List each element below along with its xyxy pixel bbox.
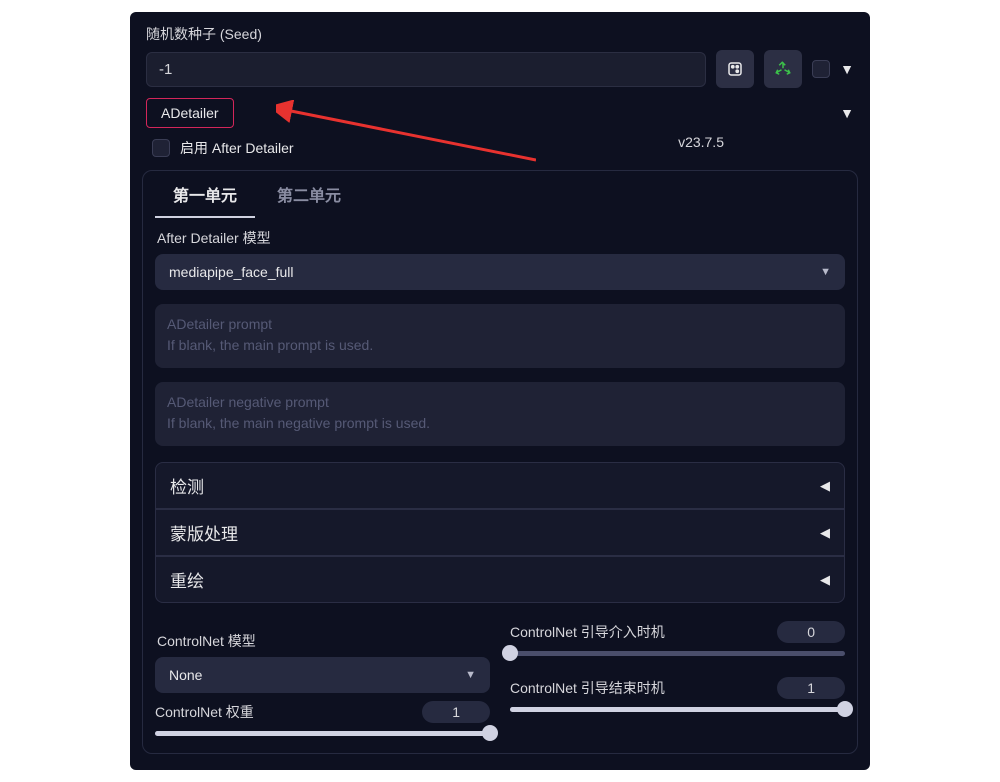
- negative-prompt-textarea[interactable]: ADetailer negative prompt If blank, the …: [155, 382, 845, 446]
- neg-prompt-placeholder-2: If blank, the main negative prompt is us…: [167, 413, 833, 434]
- recycle-button[interactable]: [764, 50, 802, 88]
- adetailer-header[interactable]: ADetailer ▼ v23.7.5: [146, 98, 854, 128]
- model-label: After Detailer 模型: [157, 228, 843, 248]
- model-select[interactable]: mediapipe_face_full ▼: [155, 254, 845, 290]
- cn-end-slider[interactable]: [510, 703, 845, 715]
- collapse-icon[interactable]: ▼: [840, 105, 854, 121]
- prompt-placeholder-1: ADetailer prompt: [167, 314, 833, 335]
- enable-adetailer-checkbox[interactable]: [152, 139, 170, 157]
- accordion-mask-label: 蒙版处理: [170, 520, 238, 545]
- neg-prompt-placeholder-1: ADetailer negative prompt: [167, 392, 833, 413]
- cn-start-slider[interactable]: [510, 647, 845, 659]
- cn-model-label: ControlNet 模型: [157, 631, 488, 651]
- cn-weight-slider[interactable]: [155, 727, 490, 739]
- dice-icon: [726, 60, 744, 78]
- arrow-annotation: [276, 100, 536, 170]
- cn-start-label: ControlNet 引导介入时机: [510, 622, 665, 642]
- model-value: mediapipe_face_full: [169, 264, 294, 280]
- cn-model-value: None: [169, 667, 202, 683]
- prompt-textarea[interactable]: ADetailer prompt If blank, the main prom…: [155, 304, 845, 368]
- settings-panel: 随机数种子 (Seed) ▼ ADetailer ▼ v23.7.5 启用: [130, 12, 870, 770]
- seed-label: 随机数种子 (Seed): [146, 24, 854, 44]
- cn-start-value[interactable]: 0: [777, 621, 845, 643]
- cn-weight-label: ControlNet 权重: [155, 702, 254, 722]
- chevron-down-icon: ▼: [465, 669, 476, 681]
- adetailer-content: 第一单元 第二单元 After Detailer 模型 mediapipe_fa…: [142, 170, 858, 754]
- tab-unit-1[interactable]: 第一单元: [155, 170, 255, 218]
- cn-end-value[interactable]: 1: [777, 677, 845, 699]
- accordion-detection-label: 检测: [170, 473, 204, 498]
- cn-end-label: ControlNet 引导结束时机: [510, 678, 665, 698]
- chevron-left-icon: ◀: [820, 525, 830, 541]
- accordion-inpaint-label: 重绘: [170, 567, 204, 592]
- expand-seed-icon[interactable]: ▼: [840, 61, 854, 77]
- accordion-mask[interactable]: 蒙版处理 ◀: [155, 509, 845, 556]
- enable-adetailer-label: 启用 After Detailer: [180, 138, 294, 158]
- version-label: v23.7.5: [678, 134, 724, 150]
- tab-unit-2[interactable]: 第二单元: [259, 170, 359, 218]
- recycle-icon: [774, 60, 792, 78]
- seed-input[interactable]: [146, 52, 706, 87]
- adetailer-title: ADetailer: [146, 98, 234, 128]
- chevron-left-icon: ◀: [820, 572, 830, 588]
- chevron-left-icon: ◀: [820, 478, 830, 494]
- cn-weight-value[interactable]: 1: [422, 701, 490, 723]
- accordion-detection[interactable]: 检测 ◀: [155, 462, 845, 509]
- prompt-placeholder-2: If blank, the main prompt is used.: [167, 335, 833, 356]
- extra-seed-checkbox[interactable]: [812, 60, 830, 78]
- accordion-inpaint[interactable]: 重绘 ◀: [155, 556, 845, 603]
- dice-button[interactable]: [716, 50, 754, 88]
- chevron-down-icon: ▼: [820, 266, 831, 278]
- cn-model-select[interactable]: None ▼: [155, 657, 490, 693]
